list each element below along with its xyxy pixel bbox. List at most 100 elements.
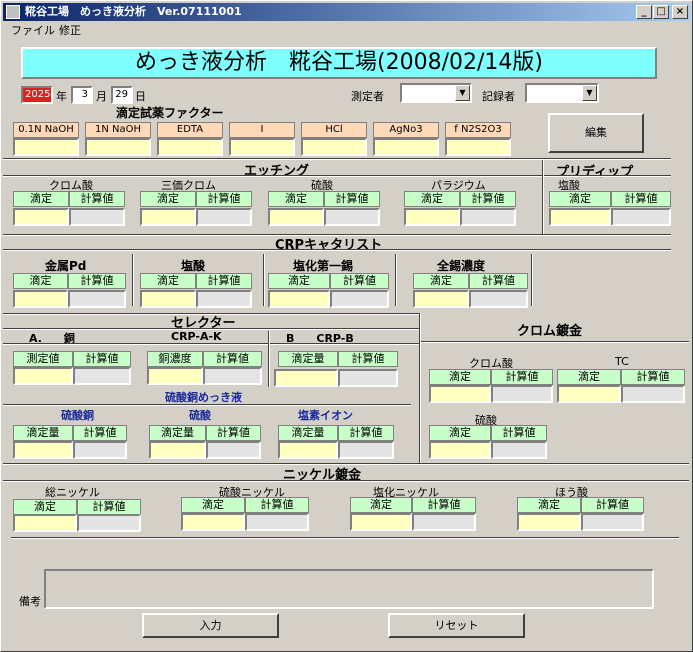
factor-header: I	[229, 122, 295, 138]
year-field[interactable]: 2025	[21, 86, 53, 104]
titration-input[interactable]	[140, 290, 196, 308]
col-header: 計算値	[245, 497, 309, 513]
calc-value	[196, 208, 252, 226]
chevron-down-icon[interactable]: ▼	[582, 85, 597, 101]
divider	[542, 160, 544, 234]
factor-input[interactable]	[301, 138, 367, 156]
calc-value	[611, 208, 671, 226]
factor-input[interactable]	[85, 138, 151, 156]
factor-input[interactable]	[13, 138, 79, 156]
remarks-textarea[interactable]	[44, 569, 654, 609]
minimize-button[interactable]: _	[636, 5, 652, 19]
input-button[interactable]: 入力	[142, 613, 279, 638]
titration-input[interactable]	[13, 290, 68, 308]
month-field[interactable]: 3	[71, 86, 93, 104]
titration-input[interactable]	[278, 441, 338, 459]
calc-value	[324, 208, 380, 226]
col-header: 計算値	[196, 191, 252, 207]
divider	[3, 158, 671, 160]
cu-conc-input[interactable]	[147, 367, 203, 385]
factor-header: f N2S2O3	[445, 122, 511, 138]
col-header: 計算値	[73, 425, 127, 441]
calc-value	[469, 290, 528, 308]
calc-value	[412, 513, 476, 531]
maximize-button[interactable]: □	[653, 5, 669, 19]
divider	[419, 313, 421, 463]
col-header: 滴定	[429, 369, 491, 385]
titration-input[interactable]	[274, 369, 338, 387]
titration-input[interactable]	[413, 290, 469, 308]
factor-input[interactable]	[229, 138, 295, 156]
titration-input[interactable]	[13, 441, 73, 459]
calc-value	[491, 441, 547, 459]
calc-value	[69, 208, 125, 226]
col-header: 計算値	[69, 191, 125, 207]
col-header: 滴定量	[13, 425, 73, 441]
measurer-select[interactable]: ▼	[400, 83, 472, 103]
factor-header: 1N NaOH	[85, 122, 151, 138]
crp-sub-label: 塩化第一錫	[293, 259, 354, 273]
titration-input[interactable]	[517, 513, 581, 531]
divider	[421, 341, 689, 343]
month-label: 月	[96, 90, 107, 103]
divider	[11, 537, 679, 539]
titration-input[interactable]	[549, 208, 611, 226]
titration-input[interactable]	[181, 513, 245, 531]
calc-value	[203, 367, 262, 385]
divider	[3, 249, 671, 251]
section-title-chrome: クロム鍍金	[517, 324, 583, 339]
menu-bar: ファイル 修正	[3, 22, 690, 39]
app-icon	[6, 5, 20, 19]
col-header: 計算値	[196, 273, 252, 289]
col-header: 計算値	[338, 425, 394, 441]
factor-input[interactable]	[445, 138, 511, 156]
day-field[interactable]: 29	[111, 86, 133, 104]
titration-input[interactable]	[429, 385, 491, 403]
chevron-down-icon[interactable]: ▼	[455, 85, 470, 101]
reset-button[interactable]: リセット	[388, 613, 525, 638]
measured-input[interactable]	[13, 367, 73, 385]
crp-sub-label: 全錫濃度	[437, 259, 486, 273]
factor-input[interactable]	[373, 138, 439, 156]
close-button[interactable]: ×	[672, 5, 688, 19]
col-header: 計算値	[469, 273, 528, 289]
titration-input[interactable]	[268, 290, 330, 308]
edit-button[interactable]: 編集	[548, 113, 644, 153]
factor-header: 0.1N NaOH	[13, 122, 79, 138]
chrome-sub-label: TC	[615, 355, 629, 368]
col-header: 滴定	[140, 191, 196, 207]
recorder-select[interactable]: ▼	[525, 83, 599, 103]
col-header: 滴定	[350, 497, 412, 513]
plating-solution-label: 硫酸銅めっき液	[165, 391, 242, 404]
col-header: 銅濃度	[147, 351, 203, 367]
col-header: 計算値	[581, 497, 644, 513]
titration-input[interactable]	[149, 441, 206, 459]
menu-edit[interactable]: 修正	[59, 22, 81, 39]
remarks-label: 備考	[19, 595, 41, 608]
titration-input[interactable]	[404, 208, 460, 226]
factor-header: EDTA	[157, 122, 223, 138]
titration-input[interactable]	[268, 208, 324, 226]
col-header: 計算値	[68, 273, 126, 289]
col-header: 計算値	[203, 351, 262, 367]
divider	[268, 331, 270, 387]
divider	[3, 343, 419, 345]
col-header: 計算値	[338, 351, 398, 367]
factor-title: 滴定試薬ファクター	[116, 106, 224, 120]
factor-input[interactable]	[157, 138, 223, 156]
window-title: 糀谷工場 めっき液分析 Ver.07111001	[25, 5, 242, 18]
titration-input[interactable]	[429, 441, 491, 459]
col-header: 計算値	[206, 425, 261, 441]
col-header: 計算値	[73, 351, 131, 367]
titration-input[interactable]	[13, 514, 77, 532]
titration-input[interactable]	[557, 385, 621, 403]
calc-value	[621, 385, 685, 403]
measurer-label: 測定者	[351, 90, 384, 103]
divider	[3, 404, 411, 406]
calc-value	[245, 513, 309, 531]
calc-value	[330, 290, 389, 308]
menu-file[interactable]: ファイル	[11, 22, 55, 39]
titration-input[interactable]	[140, 208, 196, 226]
titration-input[interactable]	[13, 208, 69, 226]
titration-input[interactable]	[350, 513, 412, 531]
